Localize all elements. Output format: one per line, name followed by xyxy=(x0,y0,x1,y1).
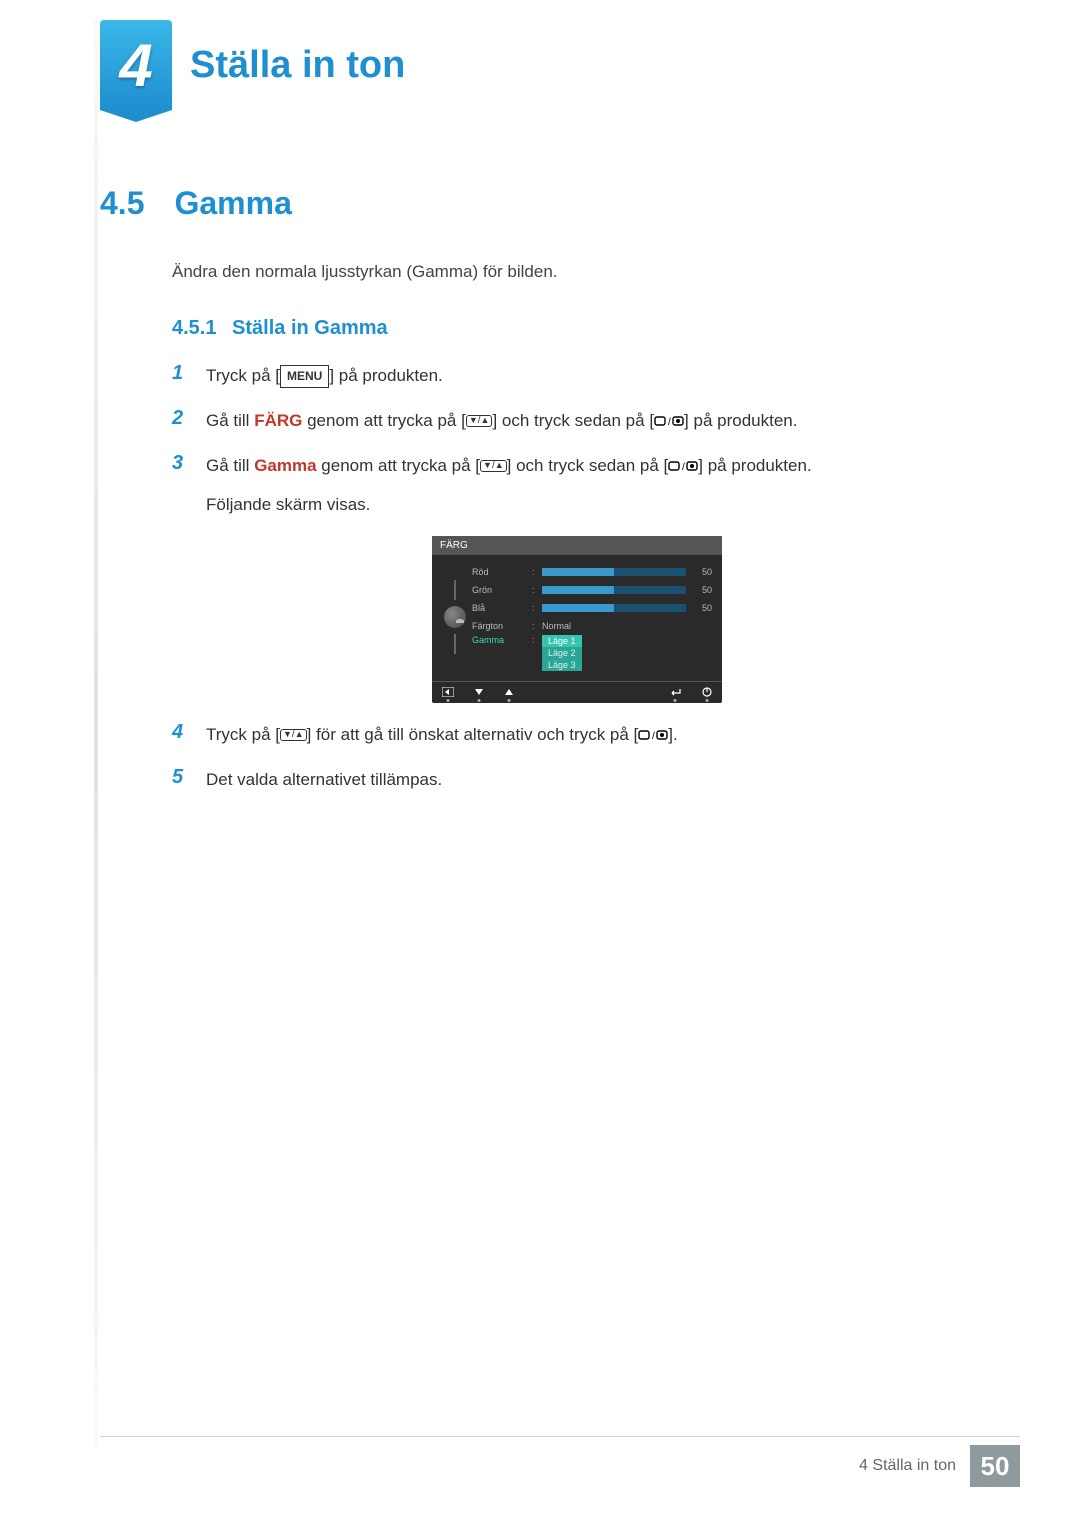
step-number: 3 xyxy=(172,452,190,475)
svg-text:/: / xyxy=(668,417,671,427)
source-enter-icon: / xyxy=(654,407,684,436)
osd-row-tone: Färgton : Normal xyxy=(472,617,712,635)
footer-rule xyxy=(100,1436,1020,1437)
down-up-icon: ▼/▲ xyxy=(280,729,307,741)
step-number: 5 xyxy=(172,766,190,789)
osd-row-blue: Blå : 50 xyxy=(472,599,712,617)
osd-footer xyxy=(432,681,722,703)
section-intro: Ändra den normala ljusstyrkan (Gamma) fö… xyxy=(172,262,980,282)
footer-text: 4 Ställa in ton xyxy=(859,1457,956,1475)
subsection-number: 4.5.1 xyxy=(172,317,216,339)
gamma-option-2: Läge 2 xyxy=(542,647,582,659)
section-heading: 4.5 Gamma xyxy=(100,185,980,222)
gamma-option-3: Läge 3 xyxy=(542,659,582,671)
power-icon xyxy=(702,687,712,697)
menu-button-icon: MENU xyxy=(280,365,329,387)
osd-icon-column xyxy=(438,563,472,671)
svg-text:/: / xyxy=(652,731,655,741)
source-enter-icon: / xyxy=(638,721,668,750)
side-stripe xyxy=(94,20,98,1450)
subsection-title: Ställa in Gamma xyxy=(232,317,388,339)
down-up-icon: ▼/▲ xyxy=(466,415,493,427)
step-text: Det valda alternativet tillämpas. xyxy=(206,766,442,795)
gamma-option-1: Läge 1 xyxy=(542,635,582,647)
step-text: Gå till Gamma genom att trycka på [▼/▲] … xyxy=(206,452,812,520)
osd-row-red: Röd : 50 xyxy=(472,563,712,581)
chapter-header: 4 Ställa in ton xyxy=(100,20,405,110)
step-number: 1 xyxy=(172,362,190,385)
chapter-title: Ställa in ton xyxy=(190,44,405,87)
osd-row-green: Grön : 50 xyxy=(472,581,712,599)
svg-text:/: / xyxy=(682,462,685,472)
osd-screenshot: FÄRG Röd : 50 xyxy=(432,536,722,703)
down-up-icon: ▼/▲ xyxy=(480,460,507,472)
step-text: Tryck på [▼/▲] för att gå till önskat al… xyxy=(206,721,678,750)
subsection-heading: 4.5.1 Ställa in Gamma xyxy=(172,317,980,340)
step-1: 1 Tryck på [MENU] på produkten. xyxy=(172,362,980,391)
page-number: 50 xyxy=(970,1445,1020,1487)
section-number: 4.5 xyxy=(100,185,144,222)
step-5: 5 Det valda alternativet tillämpas. xyxy=(172,766,980,795)
down-icon xyxy=(474,687,484,697)
osd-row-gamma: Gamma : Läge 1 Läge 2 Läge 3 xyxy=(472,635,712,671)
back-icon xyxy=(442,687,454,697)
step-text: Tryck på [MENU] på produkten. xyxy=(206,362,443,391)
step-3: 3 Gå till Gamma genom att trycka på [▼/▲… xyxy=(172,452,980,520)
step-text: Gå till FÄRG genom att trycka på [▼/▲] o… xyxy=(206,407,797,436)
slider-green xyxy=(542,586,686,594)
step-number: 2 xyxy=(172,407,190,430)
slider-red xyxy=(542,568,686,576)
page-footer: 4 Ställa in ton 50 xyxy=(859,1445,1020,1487)
source-enter-icon: / xyxy=(668,452,698,481)
section-title: Gamma xyxy=(174,185,291,222)
enter-icon xyxy=(668,687,682,697)
step-2: 2 Gå till FÄRG genom att trycka på [▼/▲]… xyxy=(172,407,980,436)
slider-blue xyxy=(542,604,686,612)
up-icon xyxy=(504,687,514,697)
step-4: 4 Tryck på [▼/▲] för att gå till önskat … xyxy=(172,721,980,750)
palette-icon xyxy=(444,606,466,628)
chapter-number: 4 xyxy=(119,31,152,100)
osd-title: FÄRG xyxy=(432,536,722,555)
gamma-dropdown: Läge 1 Läge 2 Läge 3 xyxy=(542,635,582,671)
step-number: 4 xyxy=(172,721,190,744)
chapter-badge: 4 xyxy=(100,20,172,110)
